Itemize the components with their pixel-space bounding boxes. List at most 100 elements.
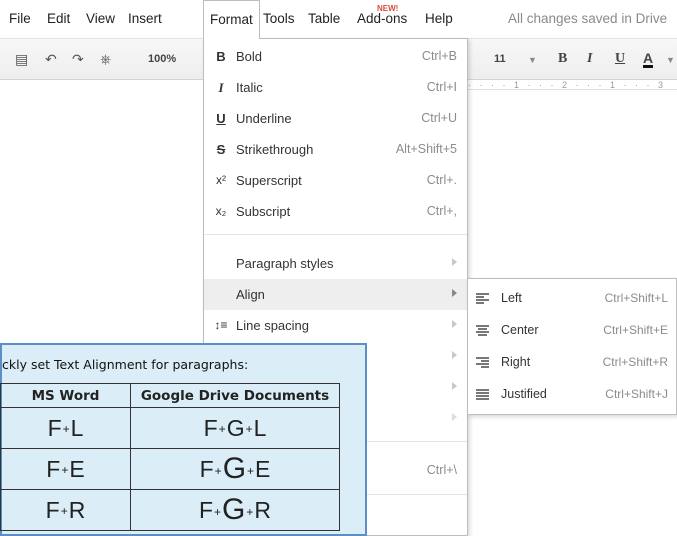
plus-sign: +	[245, 422, 253, 437]
menu-item-shortcut: Ctrl+,	[426, 204, 457, 218]
menu-item-label: Align	[236, 287, 265, 302]
menu-item-label: Bold	[236, 49, 263, 64]
underline-icon: U	[216, 111, 226, 126]
table-cell-word-shortcut: F+R	[0, 489, 131, 531]
menu-item-shortcut: Ctrl+Shift+E	[603, 323, 668, 337]
alignment-shortcuts-callout: ckly set Text Alignment for paragraphs: …	[0, 343, 367, 536]
format-align-item[interactable]: Align	[204, 279, 467, 310]
key: E	[69, 455, 85, 482]
menu-table[interactable]: Table	[308, 11, 340, 26]
submenu-arrow-icon	[452, 413, 457, 421]
column-header-ms-word: MS Word	[0, 383, 131, 408]
table-cell-drive-shortcut: F+G+L	[130, 407, 340, 449]
font-size-dropdown-icon[interactable]: ▼	[528, 55, 537, 65]
key: F	[199, 456, 214, 482]
menu-item-shortcut: Alt+Shift+5	[395, 142, 457, 156]
align-justified-item[interactable]: Justified Ctrl+Shift+J	[468, 380, 676, 410]
redo-icon[interactable]: ↷	[72, 51, 84, 68]
menu-file[interactable]: File	[9, 11, 31, 26]
menu-item-label: Subscript	[236, 204, 291, 219]
key: G	[222, 493, 246, 526]
plus-sign: +	[218, 422, 226, 437]
menu-item-shortcut: Ctrl+Shift+J	[605, 387, 668, 401]
format-bold-item[interactable]: B Bold Ctrl+B	[204, 41, 467, 72]
plus-sign: +	[62, 422, 70, 437]
menu-item-label: Underline	[236, 111, 292, 126]
format-subscript-item[interactable]: x₂ Subscript Ctrl+,	[204, 196, 467, 227]
menu-tools[interactable]: Tools	[263, 11, 295, 26]
italic-button[interactable]: I	[587, 51, 592, 67]
callout-caption: ckly set Text Alignment for paragraphs:	[2, 357, 249, 372]
align-left-item[interactable]: Left Ctrl+Shift+L	[468, 284, 676, 314]
key: G	[226, 414, 245, 441]
key: F	[46, 455, 61, 482]
menu-item-shortcut: Ctrl+I	[426, 80, 457, 94]
menu-help[interactable]: Help	[425, 11, 453, 26]
italic-icon: I	[218, 80, 224, 95]
underline-button[interactable]: U	[615, 51, 625, 67]
format-italic-item[interactable]: I Italic Ctrl+I	[204, 72, 467, 103]
key: F	[47, 414, 62, 441]
superscript-icon: x²	[216, 173, 226, 187]
print-icon[interactable]: ▤	[15, 51, 28, 68]
menu-item-shortcut: Ctrl+\	[426, 463, 457, 477]
align-submenu: Left Ctrl+Shift+L Center Ctrl+Shift+E Ri…	[467, 278, 677, 415]
text-color-dropdown-icon[interactable]: ▼	[666, 55, 675, 65]
key: F	[198, 497, 214, 523]
format-paragraph-styles-item[interactable]: Paragraph styles	[204, 248, 467, 279]
key: F	[203, 414, 218, 441]
menu-format[interactable]: Format	[203, 0, 260, 39]
submenu-arrow-icon	[452, 289, 457, 297]
menu-item-shortcut: Ctrl+Shift+R	[602, 355, 668, 369]
menu-item-label: Paragraph styles	[236, 256, 334, 271]
table-row: F+R F+G+R	[0, 489, 340, 531]
paint-format-icon[interactable]: ⎈	[100, 51, 111, 68]
menu-add-ons-label: Add-ons	[357, 11, 408, 26]
column-header-google-drive: Google Drive Documents	[130, 383, 340, 408]
table-cell-word-shortcut: F+L	[0, 407, 131, 449]
menu-item-label: Justified	[501, 387, 547, 401]
menu-add-ons[interactable]: Add-ons NEW!	[357, 4, 408, 26]
format-superscript-item[interactable]: x² Superscript Ctrl+.	[204, 165, 467, 196]
zoom-select[interactable]: 100%	[148, 53, 176, 65]
format-line-spacing-item[interactable]: ↕≡ Line spacing	[204, 310, 467, 341]
text-color-button[interactable]: A	[643, 51, 654, 68]
table-header-row: MS Word Google Drive Documents	[0, 383, 340, 408]
bold-icon: B	[216, 49, 226, 64]
menu-bar: File Edit View Insert Format Tools Table…	[0, 0, 677, 39]
plus-sign: +	[214, 463, 222, 478]
menu-separator	[204, 234, 467, 235]
menu-view[interactable]: View	[86, 11, 115, 26]
align-center-item[interactable]: Center Ctrl+Shift+E	[468, 316, 676, 346]
format-underline-item[interactable]: U Underline Ctrl+U	[204, 103, 467, 134]
undo-icon[interactable]: ↶	[45, 51, 57, 68]
menu-item-label: Superscript	[236, 173, 302, 188]
key: G	[222, 452, 247, 485]
menu-item-label: Strikethrough	[236, 142, 314, 157]
align-left-icon	[476, 293, 489, 304]
submenu-arrow-icon	[452, 258, 457, 266]
align-center-icon	[476, 325, 489, 336]
strikethrough-icon: S	[216, 142, 226, 157]
menu-item-label: Italic	[236, 80, 263, 95]
align-right-item[interactable]: Right Ctrl+Shift+R	[468, 348, 676, 378]
menu-item-shortcut: Ctrl+U	[421, 111, 457, 125]
key: E	[255, 456, 271, 482]
plus-sign: +	[214, 504, 222, 519]
menu-item-shortcut: Ctrl+.	[426, 173, 457, 187]
key: R	[254, 497, 272, 523]
menu-item-label: Center	[501, 323, 539, 337]
menu-item-label: Right	[501, 355, 531, 369]
menu-item-shortcut: Ctrl+B	[421, 49, 457, 63]
align-right-icon	[476, 357, 489, 368]
shortcut-table: MS Word Google Drive Documents F+L F+G+L…	[0, 383, 340, 531]
subscript-icon: x₂	[215, 204, 227, 218]
plus-sign: +	[246, 504, 254, 519]
menu-edit[interactable]: Edit	[47, 11, 70, 26]
font-size-select[interactable]: 11	[494, 53, 506, 65]
plus-sign: +	[60, 504, 68, 519]
bold-button[interactable]: B	[558, 51, 567, 67]
table-row: F+L F+G+L	[0, 407, 340, 449]
menu-insert[interactable]: Insert	[128, 11, 162, 26]
format-strikethrough-item[interactable]: S Strikethrough Alt+Shift+5	[204, 134, 467, 165]
